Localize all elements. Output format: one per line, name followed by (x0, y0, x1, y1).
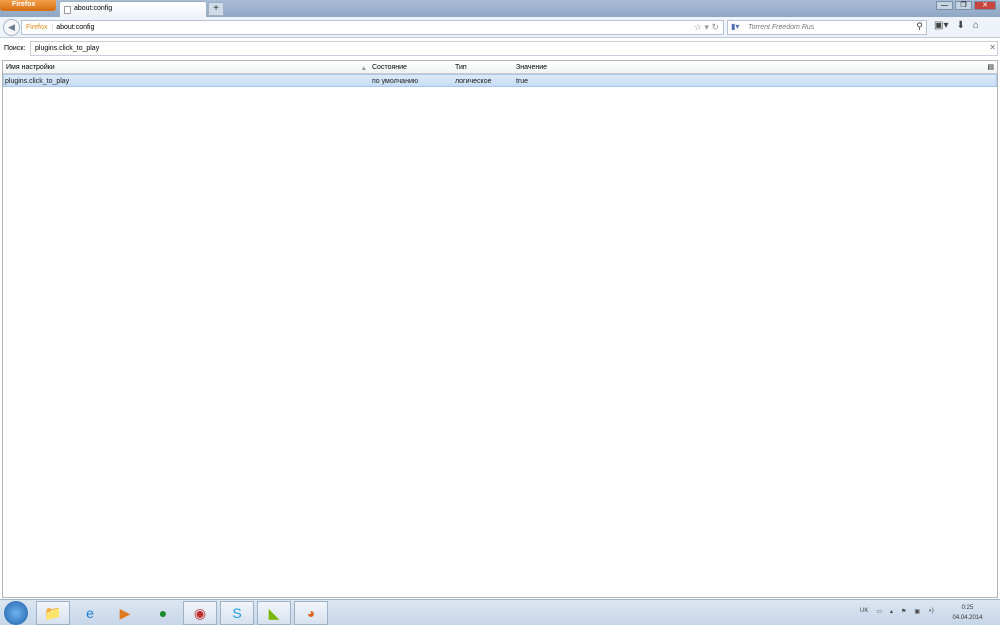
firefox-menu-button[interactable]: Firefox (0, 0, 56, 11)
table-header: Имя настройки ▴ Состояние Тип Значение ▤ (3, 61, 997, 74)
skype-icon[interactable]: S (220, 601, 254, 625)
tab-groups-icon[interactable]: ▣▾ (934, 20, 948, 31)
sort-indicator-icon: ▴ (362, 65, 366, 72)
table-row[interactable]: plugins.click_to_play по умолчанию логич… (3, 74, 997, 87)
restore-button[interactable]: ❐ (955, 1, 972, 10)
tab-title: about:config (74, 5, 113, 12)
clock[interactable]: 0:25 04.04.2014 (950, 603, 985, 623)
preferences-table: Имя настройки ▴ Состояние Тип Значение ▤… (2, 60, 998, 598)
system-tray: UK ▭ ▴ ⚑ ▣ ◖) (860, 608, 934, 615)
filter-input[interactable]: plugins.click_to_play (30, 41, 998, 56)
language-indicator[interactable]: UK (860, 608, 868, 615)
volume-icon[interactable]: ◖) (928, 608, 934, 615)
clock-date: 04.04.2014 (952, 615, 983, 621)
title-bar: Firefox about:config + — ❐ ✕ (0, 0, 1000, 17)
identity-label[interactable]: Firefox (26, 24, 47, 31)
network-icon[interactable]: ▣ (914, 608, 920, 615)
search-bar[interactable]: ▮▾ Torrent Freedom Rus ⚲ (727, 20, 927, 35)
red-app-icon[interactable]: ◉ (183, 601, 217, 625)
row-type: логическое (455, 78, 492, 85)
nvidia-icon[interactable]: ◣ (257, 601, 291, 625)
row-value: true (516, 78, 529, 85)
filter-row: Поиск: plugins.click_to_play ✕ (0, 40, 1000, 58)
search-engine-icon[interactable]: ▮▾ (731, 22, 739, 31)
minimize-button[interactable]: — (936, 1, 953, 10)
column-header-name[interactable]: Имя настройки (6, 64, 55, 71)
explorer-icon[interactable]: 📁 (36, 601, 70, 625)
column-header-type[interactable]: Тип (455, 64, 467, 71)
tab-about-config[interactable]: about:config (59, 1, 207, 17)
home-icon[interactable]: ⌂ (973, 20, 979, 31)
bookmark-star-icon[interactable]: ☆ (694, 22, 702, 32)
media-player-icon[interactable]: ▶ (108, 601, 142, 625)
clock-time: 0:25 (961, 605, 974, 611)
column-picker-icon[interactable]: ▤ (987, 63, 994, 71)
column-header-status[interactable]: Состояние (372, 64, 407, 71)
show-hidden-icons[interactable]: ▴ (890, 608, 893, 615)
reload-icon[interactable]: ↻ (711, 22, 719, 32)
new-tab-button[interactable]: + (208, 2, 224, 16)
clear-filter-icon[interactable]: ✕ (989, 43, 996, 52)
action-center-flag-icon[interactable]: ⚑ (901, 608, 906, 615)
row-name: plugins.click_to_play (5, 78, 70, 85)
navigation-bar: ◀ Firefox | about:config ☆ ▾ ↻ ▮▾ Torrent … (0, 17, 1000, 38)
firefox-taskbar-icon[interactable]: ◕ (294, 601, 328, 625)
filter-label: Поиск: (4, 45, 26, 52)
column-header-value[interactable]: Значение (516, 64, 547, 71)
search-icon[interactable]: ⚲ (916, 21, 923, 32)
url-bar[interactable]: Firefox | about:config ☆ ▾ ↻ (21, 20, 724, 35)
green-app-icon[interactable]: ● (146, 601, 180, 625)
row-status: по умолчанию (372, 78, 419, 85)
page-icon (64, 6, 71, 14)
search-placeholder: Torrent Freedom Rus (748, 24, 815, 31)
taskbar: 📁 e ▶ ● ◉ S ◣ ◕ UK ▭ ▴ ⚑ ▣ ◖) 0:25 04.04… (0, 599, 1000, 625)
keyboard-icon[interactable]: ▭ (876, 608, 882, 615)
history-dropdown-icon[interactable]: ▾ (704, 22, 709, 32)
start-button[interactable] (4, 601, 28, 625)
close-button[interactable]: ✕ (974, 1, 996, 10)
download-icon[interactable]: ⬇ (956, 20, 964, 31)
back-button[interactable]: ◀ (3, 19, 20, 36)
url-text: about:config (56, 24, 95, 31)
internet-explorer-icon[interactable]: e (73, 601, 107, 625)
